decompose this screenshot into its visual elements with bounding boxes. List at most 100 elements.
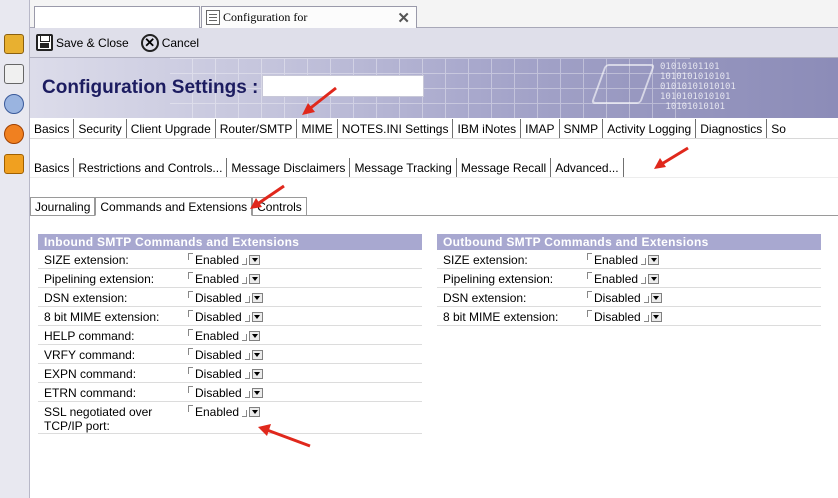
- tab-snmp[interactable]: SNMP: [560, 119, 604, 138]
- server-name-field: [262, 75, 424, 97]
- dropdown-arrow-icon[interactable]: [251, 350, 263, 360]
- field-bracket-icon: [244, 391, 250, 398]
- inbound-row-etrn-command: ETRN command: Disabled: [38, 383, 422, 402]
- tab-imap[interactable]: IMAP: [521, 119, 560, 138]
- left-dock: [0, 0, 30, 498]
- setting-label: SIZE extension:: [443, 253, 528, 267]
- setting-label: SIZE extension:: [44, 253, 129, 267]
- field-bracket-icon: [188, 367, 193, 374]
- tab-activity-logging[interactable]: Activity Logging: [603, 119, 697, 138]
- setting-value: Enabled: [594, 253, 639, 267]
- inbound-row-size-extension: SIZE extension: Enabled: [38, 250, 422, 269]
- subtab-message-recall[interactable]: Message Recall: [457, 158, 552, 177]
- setting-value-field[interactable]: Disabled: [188, 307, 263, 325]
- documents-icon[interactable]: [4, 64, 24, 84]
- tab-client-upgrade[interactable]: Client Upgrade: [127, 119, 216, 138]
- inbound-row-dsn-extension: DSN extension: Disabled: [38, 288, 422, 307]
- tab-diagnostics[interactable]: Diagnostics: [696, 119, 768, 138]
- dropdown-arrow-icon[interactable]: [249, 407, 261, 417]
- cancel-button[interactable]: ✕ Cancel: [140, 33, 199, 52]
- setting-value-field[interactable]: Disabled: [587, 288, 662, 306]
- setting-value: Disabled: [195, 367, 242, 381]
- tab-ibm-inotes[interactable]: IBM iNotes: [453, 119, 522, 138]
- field-bracket-icon: [643, 315, 649, 322]
- close-tab-icon[interactable]: ✕: [397, 9, 410, 27]
- setting-label: Pipelining extension:: [443, 272, 554, 286]
- dropdown-arrow-icon[interactable]: [249, 255, 261, 265]
- tab-so[interactable]: So: [767, 119, 790, 138]
- setting-value: Disabled: [594, 291, 641, 305]
- dropdown-arrow-icon[interactable]: [648, 255, 660, 265]
- document-icon: [206, 10, 220, 25]
- tab-notes-ini-settings[interactable]: NOTES.INI Settings: [338, 119, 454, 138]
- setting-label: EXPN command:: [44, 367, 137, 381]
- save-close-button[interactable]: Save & Close: [36, 34, 129, 51]
- setting-value-field[interactable]: Enabled: [587, 269, 660, 287]
- dropdown-arrow-icon[interactable]: [648, 274, 660, 284]
- window-tab-blank[interactable]: [34, 6, 200, 28]
- dropdown-arrow-icon[interactable]: [650, 293, 662, 303]
- subtab-message-tracking[interactable]: Message Tracking: [350, 158, 457, 177]
- window-tab-configuration[interactable]: Configuration for ✕: [201, 6, 417, 28]
- outbound-row-size-extension: SIZE extension: Enabled: [437, 250, 821, 269]
- field-bracket-icon: [244, 296, 250, 303]
- setting-value-field[interactable]: Disabled: [188, 345, 263, 363]
- setting-label: 8 bit MIME extension:: [44, 310, 160, 324]
- dropdown-arrow-icon[interactable]: [249, 331, 261, 341]
- setting-value-field[interactable]: Enabled: [587, 250, 660, 268]
- window-tabbar: Configuration for ✕: [30, 0, 838, 28]
- field-bracket-icon: [643, 296, 649, 303]
- setting-value: Disabled: [195, 386, 242, 400]
- setting-value: Disabled: [195, 348, 242, 362]
- subtab-restrictions-controls[interactable]: Restrictions and Controls...: [74, 158, 228, 177]
- field-bracket-icon: [242, 410, 248, 417]
- setting-value-field[interactable]: Enabled: [188, 326, 261, 344]
- setting-value-field[interactable]: Disabled: [188, 383, 263, 401]
- setting-value-field[interactable]: Enabled: [188, 269, 261, 287]
- setting-value-field[interactable]: Enabled: [188, 250, 261, 268]
- tools-icon[interactable]: [4, 154, 24, 174]
- setting-label: DSN extension:: [44, 291, 128, 305]
- field-bracket-icon: [641, 277, 647, 284]
- setting-value-field[interactable]: Disabled: [188, 364, 263, 382]
- field-bracket-icon: [188, 310, 193, 317]
- field-bracket-icon: [188, 329, 193, 336]
- dropdown-arrow-icon[interactable]: [251, 293, 263, 303]
- subtab-journaling[interactable]: Journaling: [30, 197, 96, 215]
- field-bracket-icon: [587, 253, 592, 260]
- dropdown-arrow-icon[interactable]: [251, 312, 263, 322]
- contacts-icon[interactable]: [4, 94, 24, 114]
- subtab-advanced[interactable]: Advanced...: [551, 158, 624, 177]
- tab-router-smtp[interactable]: Router/SMTP: [216, 119, 298, 138]
- replication-icon[interactable]: [4, 124, 24, 144]
- dropdown-arrow-icon[interactable]: [251, 369, 263, 379]
- setting-value-field[interactable]: Enabled: [188, 402, 261, 433]
- subtab-basics[interactable]: Basics: [30, 158, 75, 177]
- field-bracket-icon: [641, 258, 647, 265]
- field-bracket-icon: [587, 272, 592, 279]
- setting-value-field[interactable]: Disabled: [188, 288, 263, 306]
- main-tab-bar: Basics Security Client Upgrade Router/SM…: [30, 119, 838, 139]
- cancel-icon: ✕: [140, 33, 159, 52]
- tab-basics[interactable]: Basics: [30, 119, 75, 138]
- field-bracket-icon: [188, 272, 193, 279]
- tab-security[interactable]: Security: [74, 119, 127, 138]
- dropdown-arrow-icon[interactable]: [251, 388, 263, 398]
- red-arrow-icon: [302, 86, 337, 115]
- setting-label: DSN extension:: [443, 291, 527, 305]
- dropdown-arrow-icon[interactable]: [249, 274, 261, 284]
- subtab-commands-extensions[interactable]: Commands and Extensions: [95, 197, 253, 216]
- bookmarks-icon[interactable]: [4, 34, 24, 54]
- outbound-row-8-bit-mime-extension: 8 bit MIME extension: Disabled: [437, 307, 821, 326]
- setting-value: Disabled: [195, 291, 242, 305]
- dropdown-arrow-icon[interactable]: [650, 312, 662, 322]
- field-bracket-icon: [188, 253, 193, 260]
- field-bracket-icon: [244, 315, 250, 322]
- field-bracket-icon: [188, 386, 193, 393]
- setting-value: Disabled: [594, 310, 641, 324]
- subtab-message-disclaimers[interactable]: Message Disclaimers: [227, 158, 351, 177]
- setting-value-field[interactable]: Disabled: [587, 307, 662, 325]
- save-icon: [36, 34, 53, 51]
- tab-mime[interactable]: MIME: [297, 119, 338, 138]
- field-bracket-icon: [242, 334, 248, 341]
